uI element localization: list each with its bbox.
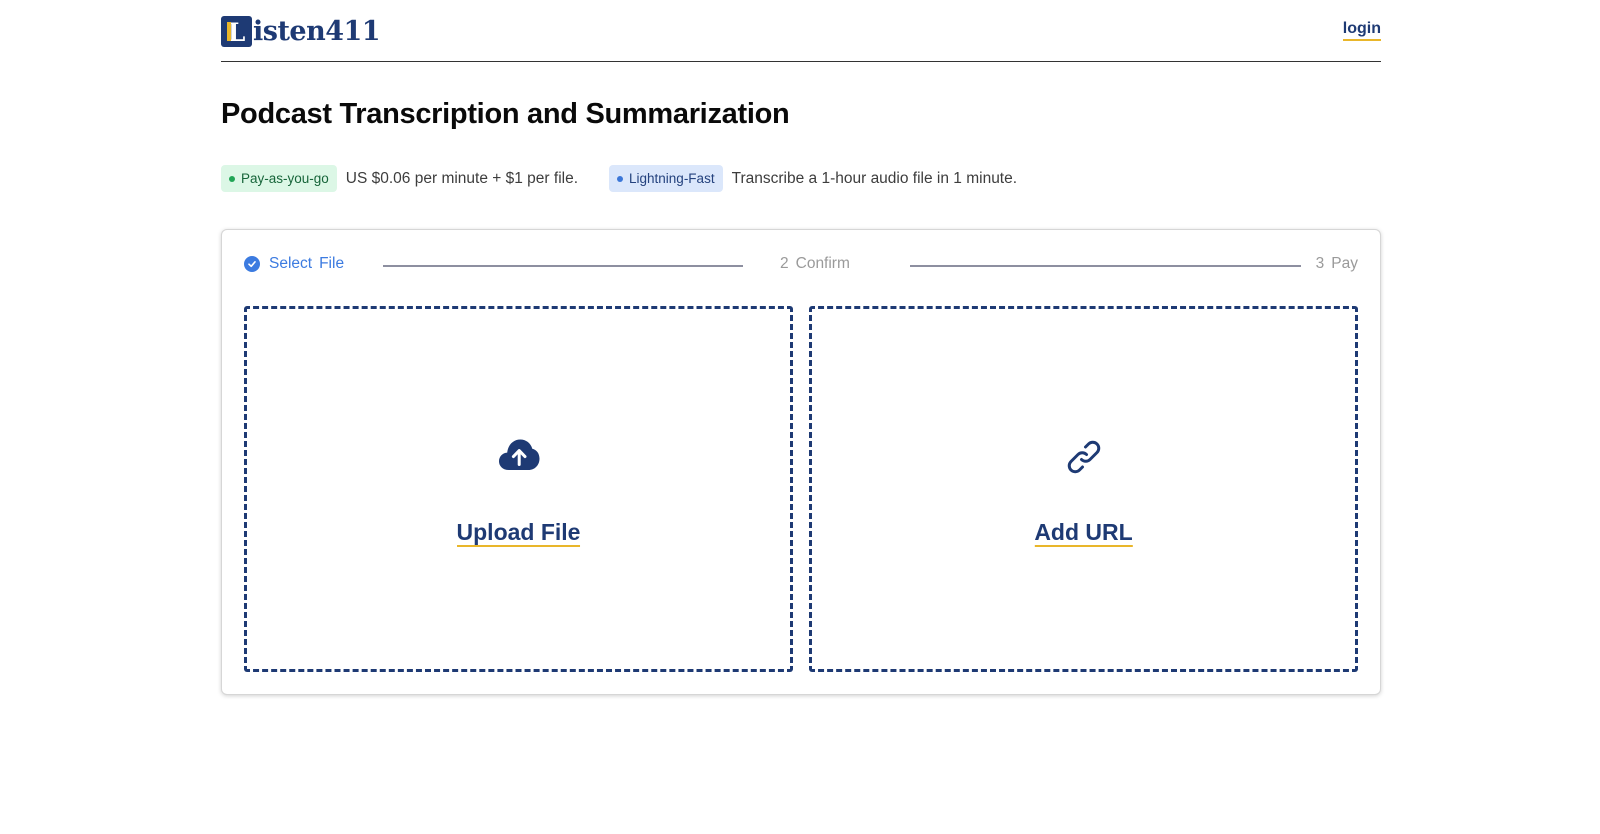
step-pay: 3 Pay — [1316, 254, 1358, 274]
step-label: Select — [269, 255, 313, 272]
step-label: Confirm — [795, 255, 850, 272]
green-dot-icon — [229, 175, 235, 182]
site-header: L isten411 login — [221, 0, 1381, 62]
cloud-upload-icon — [497, 437, 541, 477]
upload-card: Select File 2 Confirm 3 Pay Upload File — [221, 229, 1381, 695]
logo-badge: L — [221, 15, 252, 47]
step-connector — [910, 265, 1301, 267]
page-title: Podcast Transcription and Summarization — [221, 98, 790, 130]
badge-label: Pay-as-you-go — [241, 171, 329, 186]
blue-dot-icon — [617, 175, 624, 182]
upload-file-dropzone[interactable]: Upload File — [244, 306, 793, 672]
upload-file-label[interactable]: Upload File — [456, 519, 581, 547]
login-link[interactable]: login — [1342, 20, 1381, 41]
step-label: Pay — [1331, 255, 1358, 272]
add-url-label[interactable]: Add URL — [1034, 519, 1133, 547]
speed-text: Transcribe a 1-hour audio file in 1 minu… — [731, 169, 1018, 187]
logo[interactable]: L isten411 — [221, 15, 381, 47]
page-container: L isten411 login Podcast Transcription a… — [221, 0, 1381, 695]
add-url-dropzone[interactable]: Add URL — [809, 306, 1358, 672]
pricing-text: US $0.06 per minute + $1 per file. — [345, 169, 579, 187]
lightning-fast-badge: Lightning-Fast — [609, 165, 723, 192]
stepper: Select File 2 Confirm 3 Pay — [244, 254, 1358, 274]
step-confirm: 2 Confirm — [780, 254, 850, 274]
logo-letter: L — [227, 17, 246, 47]
step-select-file: Select File — [244, 254, 344, 274]
check-circle-icon — [244, 256, 260, 272]
pay-as-you-go-badge: Pay-as-you-go — [221, 165, 337, 192]
link-icon — [1062, 437, 1106, 477]
badge-label: Lightning-Fast — [629, 171, 715, 186]
feature-list: Pay-as-you-go US $0.06 per minute + $1 p… — [221, 165, 1017, 192]
step-number: 2 — [780, 255, 789, 272]
step-label-2: File — [319, 255, 345, 272]
logo-text: isten411 — [253, 15, 381, 47]
step-connector — [383, 265, 743, 267]
step-number: 3 — [1315, 255, 1325, 272]
